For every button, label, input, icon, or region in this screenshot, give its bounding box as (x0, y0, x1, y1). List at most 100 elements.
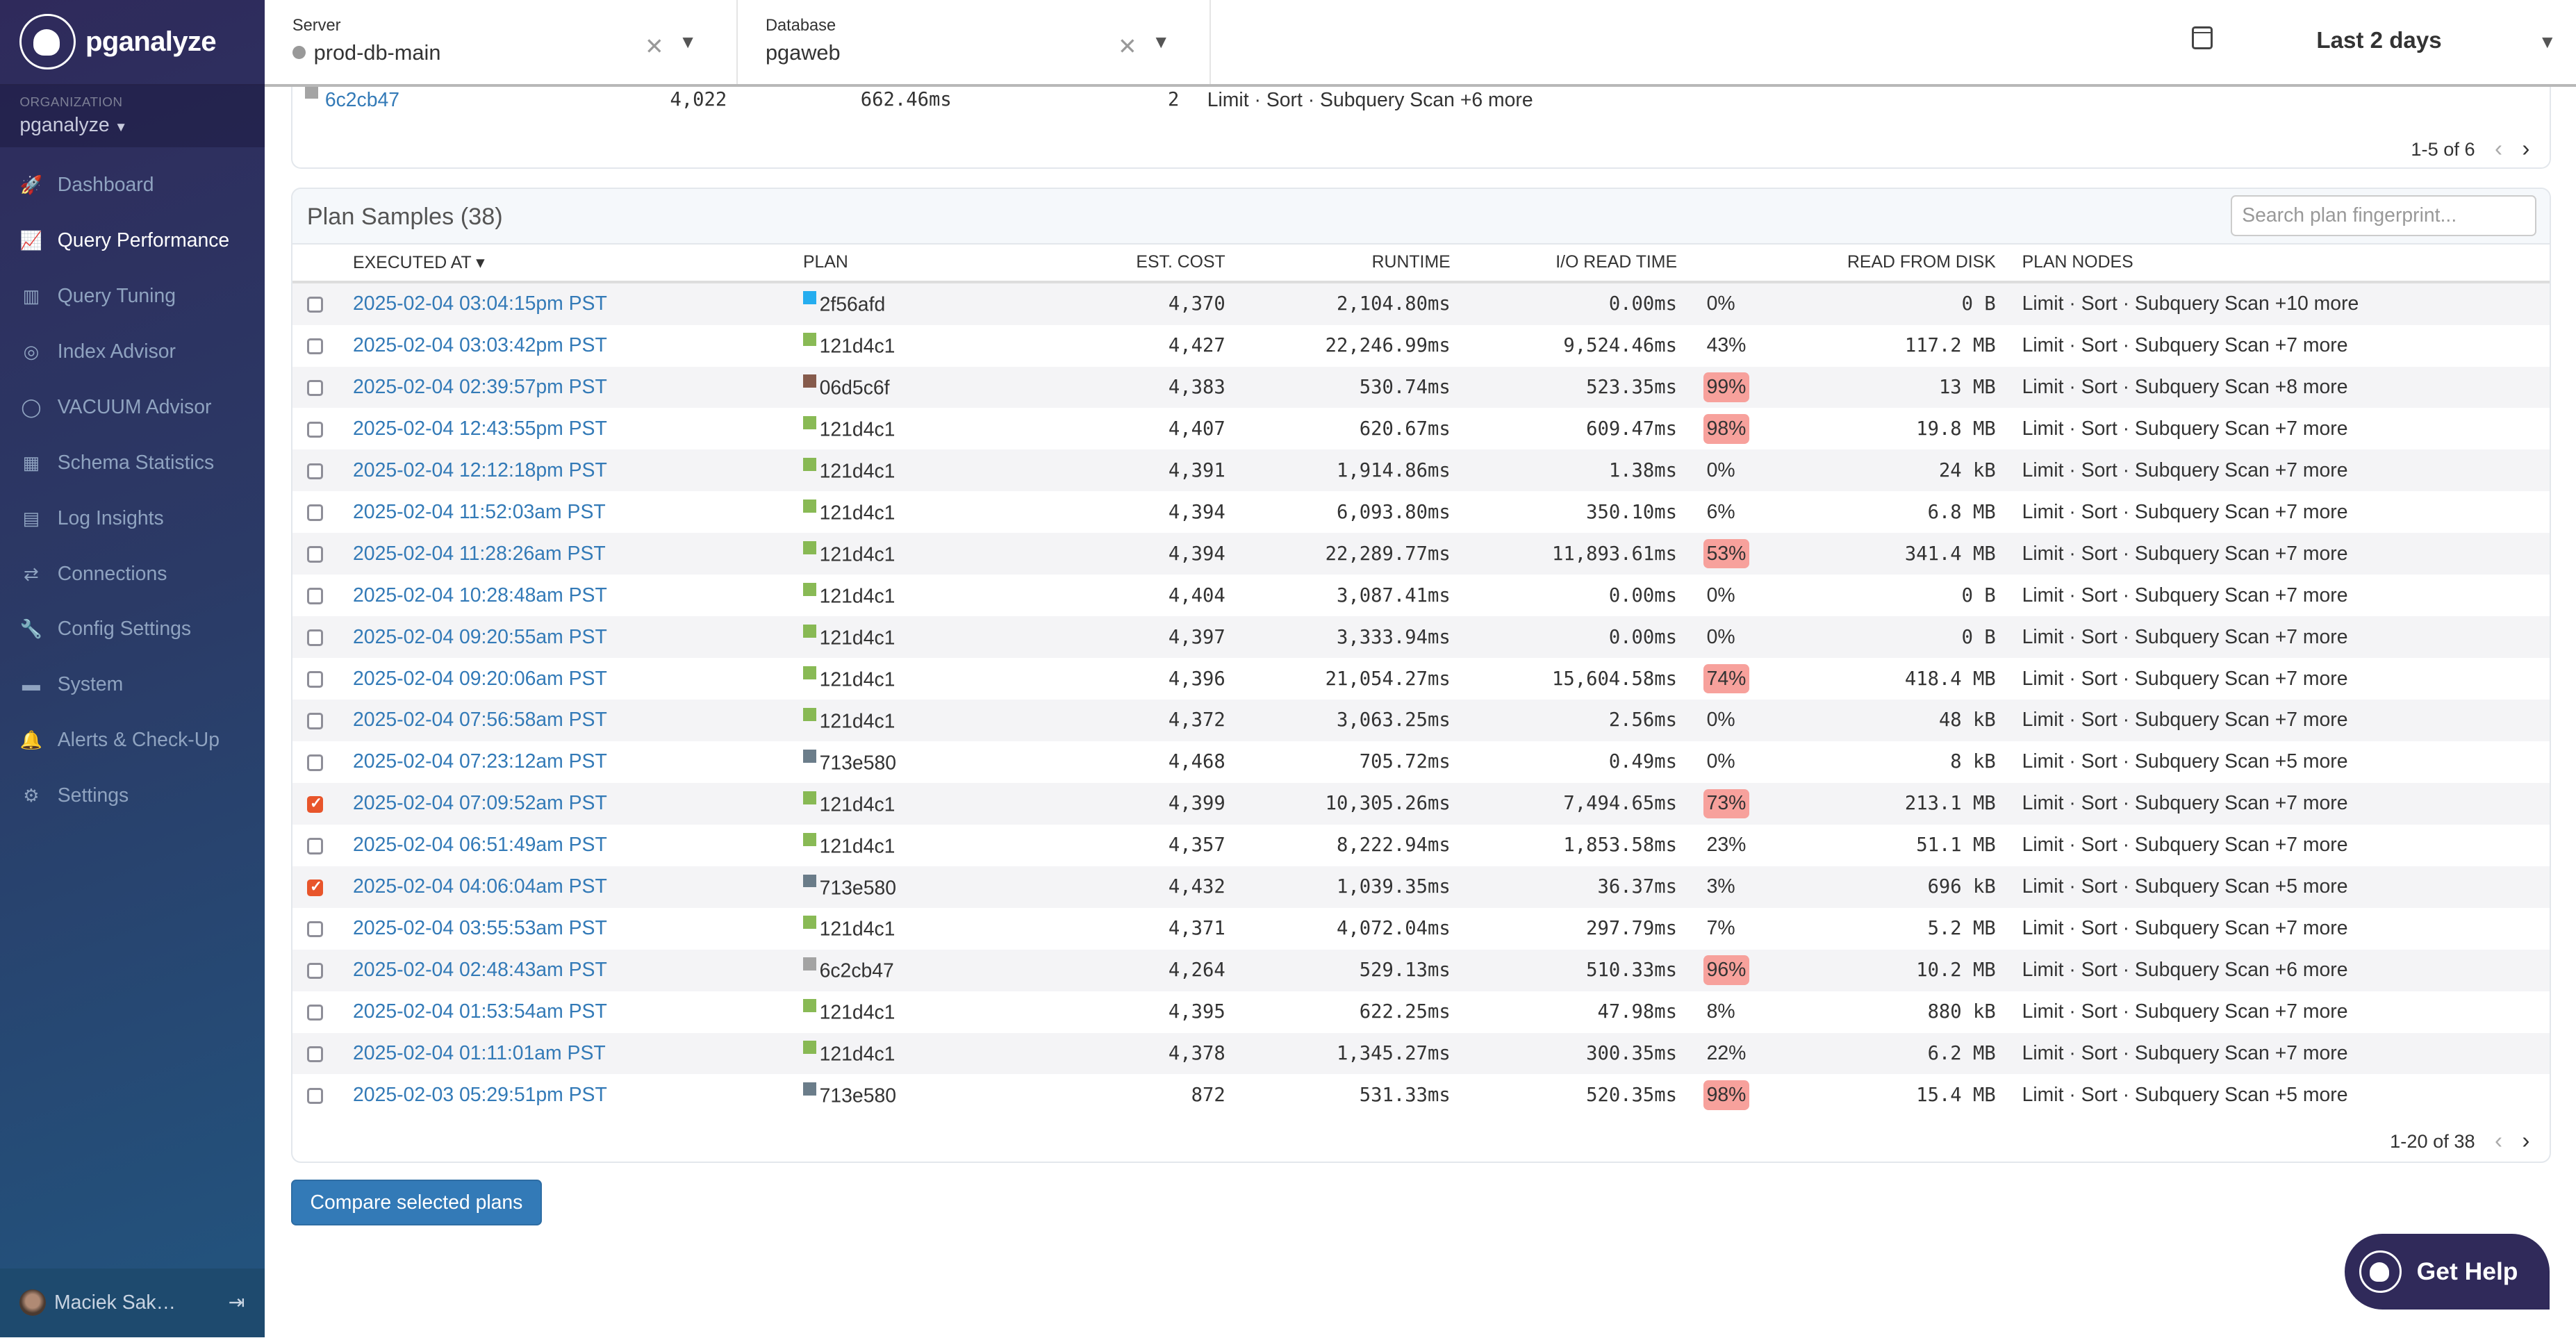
est-cost: 4,264 (1168, 959, 1225, 982)
executed-at-link[interactable]: 2025-02-04 03:04:15pm PST (353, 292, 607, 315)
select-plan-checkbox[interactable] (306, 379, 324, 397)
executed-at-link[interactable]: 2025-02-04 07:56:58am PST (353, 709, 607, 731)
plan-fingerprint-search-input[interactable] (2231, 195, 2536, 237)
sidebar-item-settings[interactable]: ⚙ Settings (0, 768, 265, 824)
date-range-picker[interactable]: Last 2 days ▼ (2181, 0, 2576, 84)
date-range-caret-down-icon[interactable]: ▼ (2538, 31, 2557, 53)
sidebar-item-query-tuning[interactable]: ▥ Query Tuning (0, 268, 265, 324)
clear-database-icon[interactable]: ✕ (1118, 33, 1137, 60)
executed-at-link[interactable]: 2025-02-03 05:29:51pm PST (353, 1084, 607, 1106)
select-plan-checkbox[interactable] (306, 837, 324, 854)
plan-nodes: Limit · Sort · Subquery Scan +7 more (2022, 417, 2348, 440)
sidebar-item-query-performance[interactable]: 📈 Query Performance (0, 213, 265, 269)
compare-selected-plans-button[interactable]: Compare selected plans (290, 1179, 543, 1226)
sidebar-item-config-settings[interactable]: 🔧 Config Settings (0, 602, 265, 657)
plan-nodes: Limit · Sort · Subquery Scan +7 more (2022, 709, 2348, 732)
sidebar-item-alerts-check-up[interactable]: 🔔 Alerts & Check-Up (0, 713, 265, 768)
select-plan-checkbox[interactable] (306, 546, 324, 563)
server-caret-down-icon[interactable]: ▼ (679, 31, 697, 53)
executed-at-link[interactable]: 2025-02-04 06:51:49am PST (353, 834, 607, 856)
executed-at-link[interactable]: 2025-02-04 04:06:04am PST (353, 875, 607, 898)
sidebar-item-connections[interactable]: ⇄ Connections (0, 546, 265, 602)
table-row: 2025-02-04 07:23:12am PST 713e580 4,468 705… (292, 741, 2550, 783)
sample-count: 2 (1167, 88, 1180, 110)
database-caret-down-icon[interactable]: ▼ (1152, 31, 1170, 53)
chevron-right-icon[interactable]: › (2522, 136, 2529, 163)
column-io-read-time[interactable]: I/O READ TIME (1450, 244, 1678, 283)
executed-at-link[interactable]: 2025-02-04 02:48:43am PST (353, 959, 607, 981)
sidebar-item-vacuum-advisor[interactable]: ◯ VACUUM Advisor (0, 379, 265, 435)
io-percent-badge: 6% (1706, 500, 1735, 523)
chevron-right-icon[interactable]: › (2522, 1128, 2529, 1155)
io-read-time: 47.98ms (1597, 1001, 1678, 1023)
select-plan-checkbox[interactable] (306, 338, 324, 355)
column-runtime[interactable]: RUNTIME (1225, 244, 1451, 283)
select-plan-checkbox[interactable] (306, 920, 324, 938)
executed-at-link[interactable]: 2025-02-04 10:28:48am PST (353, 584, 607, 606)
column-est-cost[interactable]: EST. COST (1016, 244, 1225, 283)
executed-at-link[interactable]: 2025-02-04 02:39:57pm PST (353, 376, 607, 398)
sidebar-item-dashboard[interactable]: 🚀 Dashboard (0, 158, 265, 213)
table-row: 2025-02-04 09:20:55am PST 121d4c1 4,397 3,3… (292, 616, 2550, 659)
select-plan-checkbox[interactable] (306, 463, 324, 480)
io-percent-badge: 23% (1706, 834, 1747, 857)
executed-at-link[interactable]: 2025-02-04 11:28:26am PST (353, 543, 606, 565)
select-plan-checkbox[interactable] (306, 878, 324, 896)
select-plan-checkbox[interactable] (306, 671, 324, 688)
select-plan-checkbox[interactable] (306, 588, 324, 604)
brand-logo[interactable]: pganalyze (0, 0, 265, 85)
sidebar-item-label: Alerts & Check-Up (57, 729, 220, 752)
sidebar-item-log-insights[interactable]: ▤ Log Insights (0, 490, 265, 546)
select-plan-checkbox[interactable] (306, 962, 324, 980)
calendar-edit-icon[interactable] (2191, 26, 2213, 49)
io-percent-badge: 0% (1706, 625, 1735, 648)
select-plan-checkbox[interactable] (306, 1004, 324, 1021)
sidebar-item-system[interactable]: ▬ System (0, 657, 265, 713)
table-row: 2025-02-04 02:48:43am PST 6c2cb47 4,264 529… (292, 949, 2550, 991)
executed-at-link[interactable]: 2025-02-04 01:11:01am PST (353, 1042, 606, 1064)
executed-at-link[interactable]: 2025-02-04 11:52:03am PST (353, 501, 606, 523)
executed-at-link[interactable]: 2025-02-04 03:03:42pm PST (353, 334, 607, 356)
executed-at-link[interactable]: 2025-02-04 12:12:18pm PST (353, 459, 607, 481)
executed-at-link[interactable]: 2025-02-04 03:55:53am PST (353, 917, 607, 939)
select-plan-checkbox[interactable] (306, 504, 324, 522)
select-plan-checkbox[interactable] (306, 296, 324, 313)
plan-fingerprint: 121d4c1 (819, 418, 895, 441)
column-read-from-disk[interactable]: READ FROM DISK (1759, 244, 1996, 283)
chevron-left-icon[interactable]: ‹ (2495, 1128, 2502, 1155)
organization-selector[interactable]: ORGANIZATION pganalyze ▼ (0, 85, 265, 148)
sidebar-item-schema-statistics[interactable]: ▦ Schema Statistics (0, 435, 265, 490)
get-help-button[interactable]: Get Help (2344, 1233, 2550, 1310)
chevron-left-icon[interactable]: ‹ (2495, 136, 2502, 163)
database-selector[interactable]: Database pgaweb ✕ ▼ (738, 0, 1211, 84)
executed-at-link[interactable]: 2025-02-04 12:43:55pm PST (353, 418, 607, 440)
select-plan-checkbox[interactable] (306, 1087, 324, 1105)
column-plan[interactable]: PLAN (802, 244, 1017, 283)
executed-at-link[interactable]: 2025-02-04 07:09:52am PST (353, 792, 607, 814)
select-plan-checkbox[interactable] (306, 421, 324, 438)
plan-link[interactable]: 6c2cb47 (325, 89, 399, 112)
sidebar-item-index-advisor[interactable]: ◎ Index Advisor (0, 324, 265, 379)
executed-at-link[interactable]: 2025-02-04 01:53:54am PST (353, 1000, 607, 1023)
column-plan-nodes[interactable]: PLAN NODES (2022, 244, 2550, 283)
select-plan-checkbox[interactable] (306, 795, 324, 813)
est-cost: 4,383 (1168, 376, 1225, 398)
executed-at-link[interactable]: 2025-02-04 09:20:06am PST (353, 668, 607, 690)
select-plan-checkbox[interactable] (306, 629, 324, 646)
select-plan-checkbox[interactable] (306, 754, 324, 771)
clear-server-icon[interactable]: ✕ (645, 33, 664, 60)
logout-icon[interactable]: ⇥ (229, 1291, 245, 1314)
database-value: pgaweb (765, 40, 841, 65)
server-selector[interactable]: Server prod-db-main ✕ ▼ (265, 0, 738, 84)
executed-at-link[interactable]: 2025-02-04 09:20:55am PST (353, 626, 607, 648)
executed-at-link[interactable]: 2025-02-04 07:23:12am PST (353, 750, 607, 773)
plan-identicon-icon (802, 832, 816, 846)
column-executed-at[interactable]: EXECUTED AT ▾ (353, 244, 803, 283)
caret-down-icon: ▼ (114, 119, 128, 135)
user-menu[interactable]: Maciek Sak… ⇥ (0, 1268, 265, 1337)
select-plan-checkbox[interactable] (306, 1046, 324, 1063)
select-plan-checkbox[interactable] (306, 713, 324, 729)
read-from-disk: 5.2 MB (1927, 918, 1996, 940)
read-from-disk: 341.4 MB (1904, 543, 1996, 565)
runtime: 22,246.99ms (1325, 335, 1451, 357)
